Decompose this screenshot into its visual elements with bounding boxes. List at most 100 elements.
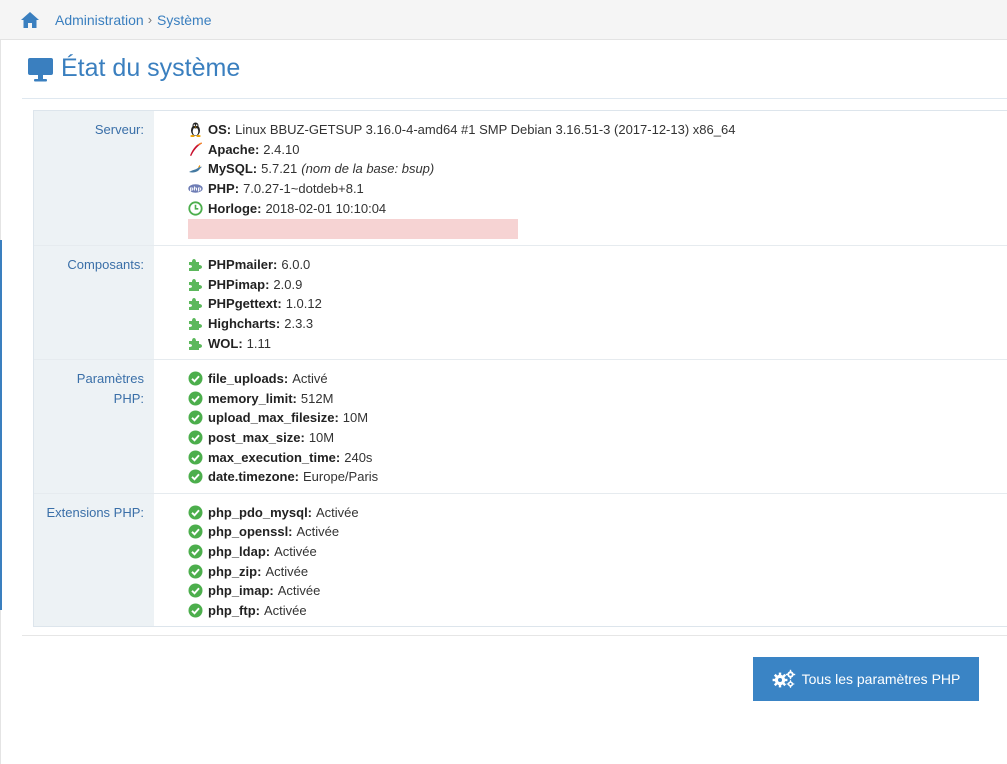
breadcrumb-bar: Administration › Système — [0, 0, 1007, 40]
breadcrumb-systeme[interactable]: Système — [157, 12, 211, 28]
monitor-icon — [28, 57, 53, 81]
section-php-params: Paramètres PHP: file_uploads: Activé mem… — [34, 359, 1007, 494]
system-info-table: Serveur: OS: Linux BBUZ-GETSUP 3.16.0-4-… — [33, 110, 1007, 628]
clock-icon — [188, 201, 203, 216]
server-mysql-key: MySQL: — [208, 161, 258, 177]
section-php-extensions: Extensions PHP: php_pdo_mysql: Activée p… — [34, 493, 1007, 627]
section-label-php-params-line1: Paramètres — [76, 370, 144, 386]
section-server: Serveur: OS: Linux BBUZ-GETSUP 3.16.0-4-… — [34, 111, 1007, 246]
server-mysql-db-note: (nom de la base: bsup) — [301, 161, 435, 177]
server-mysql-value: 5.7.21 — [261, 161, 298, 177]
all-php-settings-label: Tous les paramètres PHP — [801, 671, 961, 687]
check-circle-icon — [188, 371, 203, 386]
component-value: 6.0.0 — [281, 257, 311, 273]
title-divider — [22, 98, 1007, 99]
section-label-server: Serveur: — [34, 111, 154, 245]
php-extension-key: php_openssl: — [208, 524, 293, 540]
check-circle-icon — [188, 391, 203, 406]
component-value: 2.0.9 — [273, 276, 303, 292]
php-extension-row: php_imap: Activée — [188, 581, 1007, 601]
php-extension-row: php_ldap: Activée — [188, 542, 1007, 562]
check-circle-icon — [188, 430, 203, 445]
server-clock-key: Horloge: — [208, 200, 262, 216]
component-key: PHPgettext: — [208, 296, 282, 312]
component-row: WOL: 1.11 — [188, 333, 1007, 353]
mysql-icon — [189, 165, 202, 173]
php-param-value: 10M — [342, 410, 369, 426]
section-values-php-extensions: php_pdo_mysql: Activée php_openssl: Acti… — [154, 494, 1007, 627]
php-param-key: upload_max_filesize: — [208, 410, 339, 426]
server-row-php: php PHP: 7.0.27-1~dotdeb+8.1 — [188, 179, 1007, 199]
php-extension-value: Activée — [316, 504, 359, 520]
php-param-key: file_uploads: — [208, 371, 289, 387]
component-value: 1.0.12 — [285, 296, 322, 312]
all-php-settings-button[interactable]: Tous les paramètres PHP — [753, 657, 979, 701]
php-param-key: max_execution_time: — [208, 449, 341, 465]
php-param-value: 10M — [308, 430, 335, 446]
server-os-key: OS: — [208, 122, 232, 138]
php-param-row: memory_limit: 512M — [188, 389, 1007, 409]
puzzle-icon — [189, 318, 202, 331]
php-extension-row: php_pdo_mysql: Activée — [188, 503, 1007, 523]
php-extension-row: php_openssl: Activée — [188, 522, 1007, 542]
svg-text:php: php — [190, 186, 202, 192]
php-param-value: 512M — [300, 390, 334, 406]
puzzle-icon — [189, 259, 202, 272]
php-extension-value: Activée — [263, 602, 307, 618]
php-extension-key: php_ftp: — [208, 602, 260, 618]
server-row-apache: Apache: 2.4.10 — [188, 140, 1007, 160]
check-circle-icon — [188, 450, 203, 465]
puzzle-icon — [189, 278, 202, 291]
php-extension-row: php_ftp: Activée — [188, 600, 1007, 620]
server-os-value: Linux BBUZ-GETSUP 3.16.0-4-amd64 #1 SMP … — [235, 122, 736, 138]
php-extension-key: php_zip: — [208, 563, 262, 579]
page-header: État du système — [27, 54, 240, 83]
php-param-value: 240s — [344, 449, 373, 465]
linux-icon — [190, 122, 201, 138]
php-param-row: upload_max_filesize: 10M — [188, 408, 1007, 428]
php-icon: php — [188, 184, 203, 193]
php-extension-value: Activée — [274, 543, 317, 559]
check-circle-icon — [188, 603, 203, 618]
check-circle-icon — [188, 410, 203, 425]
redacted-region — [188, 218, 518, 239]
component-row: PHPgettext: 1.0.12 — [188, 294, 1007, 314]
component-key: PHPmailer: — [208, 257, 278, 273]
section-values-components: PHPmailer: 6.0.0 PHPimap: 2.0.9 PHPgette… — [154, 246, 1007, 359]
home-icon[interactable] — [20, 11, 40, 29]
server-php-key: PHP: — [208, 181, 240, 197]
check-circle-icon — [188, 505, 203, 520]
section-components: Composants: PHPmailer: 6.0.0 PHPimap: 2.… — [34, 245, 1007, 360]
breadcrumb-administration[interactable]: Administration — [55, 12, 144, 28]
check-circle-icon — [188, 583, 203, 598]
component-row: PHPimap: 2.0.9 — [188, 275, 1007, 295]
puzzle-icon — [189, 337, 202, 350]
check-circle-icon — [188, 469, 203, 484]
php-param-key: post_max_size: — [208, 430, 305, 446]
cogs-icon — [772, 669, 795, 688]
php-param-key: memory_limit: — [208, 390, 297, 406]
server-row-mysql: MySQL: 5.7.21 (nom de la base: bsup) — [188, 159, 1007, 179]
php-extension-key: php_imap: — [208, 583, 274, 599]
section-values-server: OS: Linux BBUZ-GETSUP 3.16.0-4-amd64 #1 … — [154, 111, 1007, 245]
component-key: Highcharts: — [208, 316, 281, 332]
php-extension-row: php_zip: Activée — [188, 561, 1007, 581]
server-php-value: 7.0.27-1~dotdeb+8.1 — [243, 181, 364, 197]
page-title: État du système — [61, 54, 241, 82]
php-param-row: date.timezone: Europe/Paris — [188, 467, 1007, 487]
php-extension-value: Activée — [296, 524, 340, 540]
component-value: 2.3.3 — [284, 316, 314, 332]
section-label-php-params-line2: PHP: — [113, 390, 144, 406]
php-param-row: post_max_size: 10M — [188, 428, 1007, 448]
php-extension-key: php_pdo_mysql: — [208, 504, 313, 520]
footer-divider — [22, 635, 1007, 636]
server-apache-key: Apache: — [208, 141, 260, 157]
check-circle-icon — [188, 544, 203, 559]
sidebar-edge — [0, 240, 2, 610]
php-param-value: Activé — [292, 371, 328, 387]
breadcrumb-separator: › — [147, 12, 153, 27]
section-label-components: Composants: — [34, 245, 154, 359]
apache-icon — [190, 142, 202, 156]
server-row-clock: Horloge: 2018-02-01 10:10:04 — [188, 198, 1007, 218]
section-label-php-extensions: Extensions PHP: — [34, 493, 154, 627]
